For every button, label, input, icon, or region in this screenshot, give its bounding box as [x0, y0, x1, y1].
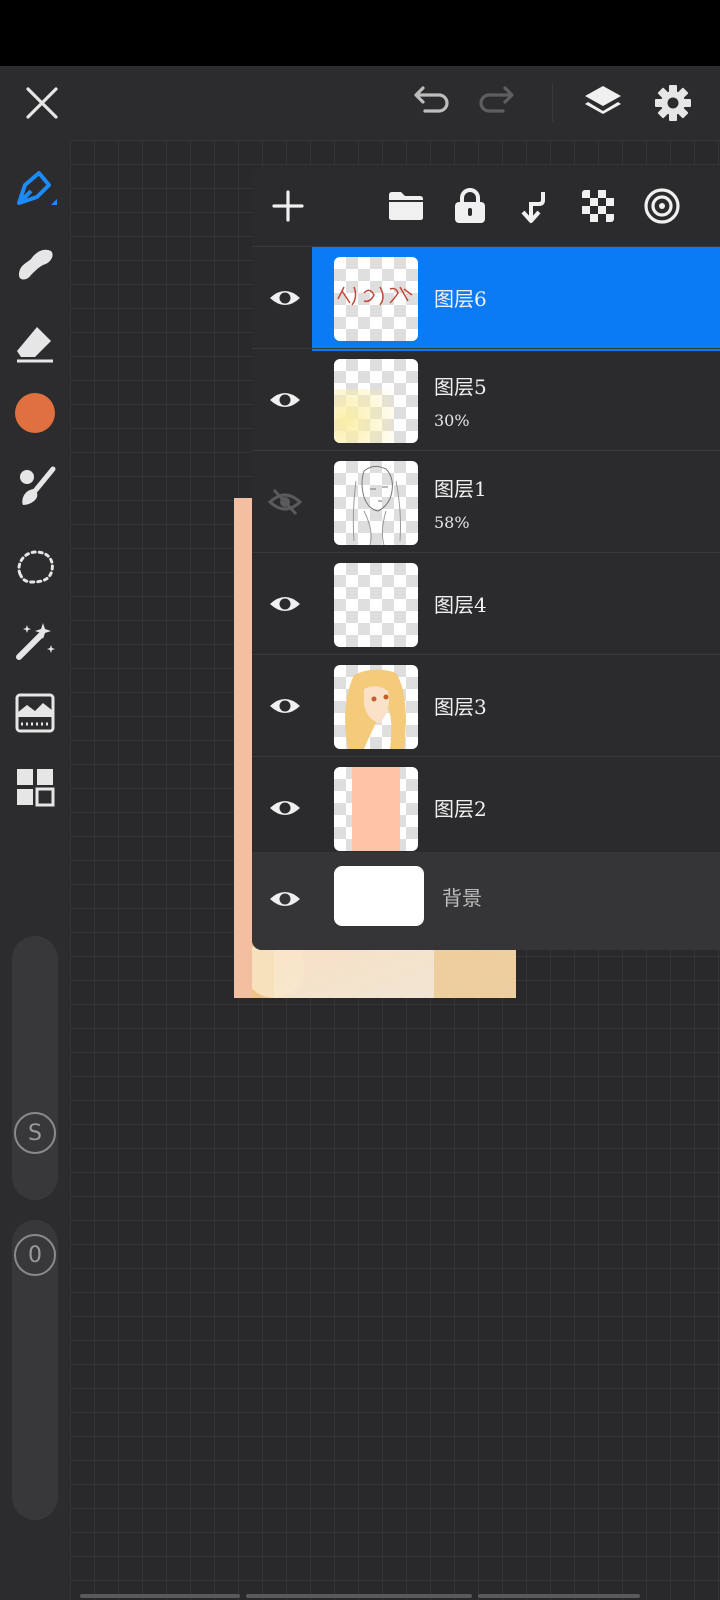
layer-name: 图层6	[434, 287, 487, 311]
undo-icon	[414, 86, 449, 113]
smudge-tool[interactable]	[8, 236, 62, 290]
layer-opacity: 30%	[434, 411, 470, 430]
status-bar	[0, 0, 720, 66]
layer-row[interactable]: 图层4	[252, 552, 720, 657]
lock-icon	[455, 188, 485, 223]
layer-row[interactable]: 图层2	[252, 756, 720, 861]
layer-body[interactable]: 图层5 30%	[312, 349, 720, 453]
layer-name: 图层2	[434, 797, 487, 821]
checker-icon	[582, 190, 614, 222]
layers-button[interactable]	[578, 78, 628, 128]
redo-button[interactable]	[474, 78, 524, 128]
layers-panel: 图层6 图层5 30% 图层1 58% 图层4 图层3 图层2 背景	[252, 166, 720, 950]
layer-body[interactable]: 图层4	[312, 553, 720, 657]
opacity-slider[interactable]: 0	[12, 1220, 58, 1520]
magic-wand-tool[interactable]	[8, 614, 62, 668]
visibility-toggle[interactable]	[260, 681, 310, 731]
visibility-toggle[interactable]	[260, 783, 310, 833]
undo-button[interactable]	[404, 78, 454, 128]
layer-thumbnail	[334, 257, 418, 341]
layer-name: 图层5	[434, 375, 487, 399]
layer-body[interactable]: 图层1 58%	[312, 451, 720, 555]
layer-name: 图层3	[434, 695, 487, 719]
settings-icon	[655, 85, 691, 121]
close-button[interactable]	[17, 78, 67, 128]
alpha-lock-button[interactable]	[574, 182, 622, 230]
pen-tool[interactable]	[8, 162, 62, 216]
layer-body[interactable]: 图层3	[312, 655, 720, 759]
lasso-tool[interactable]	[8, 540, 62, 594]
target-icon	[644, 188, 680, 224]
layer-thumbnail	[334, 665, 418, 749]
layer-thumbnail	[334, 359, 418, 443]
layer-thumbnail	[334, 767, 418, 851]
merge-down-icon	[521, 192, 545, 223]
folder-icon	[389, 192, 423, 220]
layers-icon	[585, 86, 621, 114]
merge-down-button[interactable]	[510, 182, 558, 230]
eye-icon	[270, 597, 300, 611]
add-layer-button[interactable]	[264, 182, 312, 230]
size-badge: S	[14, 1112, 56, 1154]
brush-icon	[20, 466, 56, 505]
redo-icon	[479, 86, 514, 113]
eye-icon	[270, 699, 300, 713]
layer-name: 图层1	[434, 477, 487, 501]
eraser-icon	[17, 327, 53, 363]
reference-button[interactable]	[638, 182, 686, 230]
filter-icon	[15, 693, 55, 733]
layer-opacity: 58%	[434, 513, 470, 532]
eye-icon	[270, 892, 300, 906]
visibility-toggle[interactable]	[260, 874, 310, 924]
layer-thumbnail	[334, 563, 418, 647]
gallery-tool[interactable]	[8, 760, 62, 814]
lock-button[interactable]	[446, 182, 494, 230]
top-bar	[0, 66, 720, 140]
scroll-indicator	[478, 1594, 640, 1598]
eye-icon	[270, 291, 300, 305]
lasso-icon	[17, 550, 54, 584]
eye-icon	[270, 801, 300, 815]
folder-button[interactable]	[382, 182, 430, 230]
layer-body[interactable]: 图层2	[312, 757, 720, 861]
visibility-toggle[interactable]	[260, 579, 310, 629]
pen-icon	[17, 171, 57, 205]
add-icon	[272, 190, 304, 222]
magic-wand-icon	[16, 623, 55, 660]
layer-row[interactable]: 图层1 58%	[252, 450, 720, 555]
eraser-tool[interactable]	[8, 316, 62, 370]
background-layer-name: 背景	[442, 886, 482, 910]
layer-thumbnail	[334, 461, 418, 545]
settings-button[interactable]	[648, 78, 698, 128]
layer-name: 图层4	[434, 593, 487, 617]
opacity-badge: 0	[14, 1234, 56, 1276]
eye-hidden-icon	[268, 488, 302, 516]
visibility-toggle[interactable]	[260, 273, 310, 323]
smudge-icon	[19, 249, 53, 280]
layer-row[interactable]: 图层6	[252, 246, 720, 351]
color-swatch[interactable]	[8, 386, 62, 440]
background-thumbnail	[334, 866, 424, 926]
left-toolbar: S 0	[0, 140, 70, 1600]
layer-body[interactable]: 图层6	[312, 247, 720, 351]
close-icon	[26, 87, 58, 119]
scroll-indicator	[80, 1594, 240, 1598]
scroll-indicator	[246, 1594, 472, 1598]
visibility-toggle[interactable]	[260, 375, 310, 425]
gallery-icon	[17, 769, 55, 807]
top-divider	[552, 84, 553, 122]
layer-row[interactable]: 图层3	[252, 654, 720, 759]
filter-tool[interactable]	[8, 686, 62, 740]
layer-row[interactable]: 图层5 30%	[252, 348, 720, 453]
layers-toolbar	[252, 166, 720, 246]
background-layer-row[interactable]: 背景	[252, 852, 720, 950]
color-icon	[15, 393, 55, 433]
brush-size-slider[interactable]: S	[12, 936, 58, 1200]
brush-tool[interactable]	[8, 460, 62, 514]
eye-icon	[270, 393, 300, 407]
visibility-toggle[interactable]	[260, 477, 310, 527]
